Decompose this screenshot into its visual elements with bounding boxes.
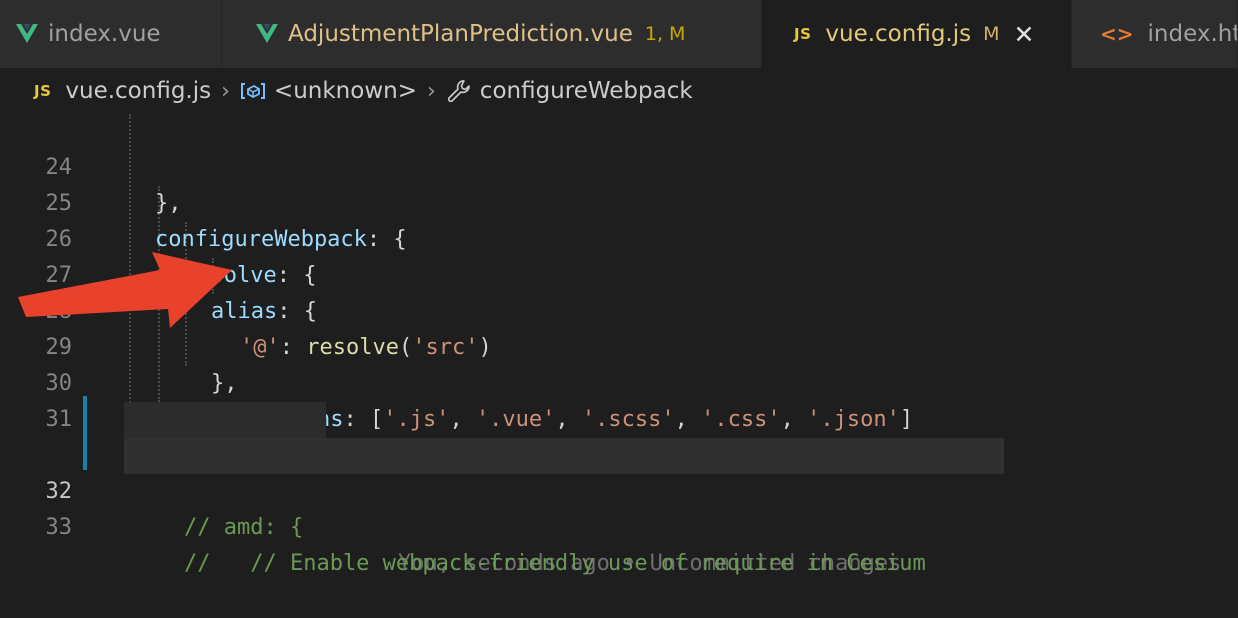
tab-status-badge: 1, M	[644, 23, 686, 45]
code-line: 25 configureWebpack: {	[0, 150, 1238, 252]
wrench-icon	[447, 80, 470, 103]
code-line: 24 },	[0, 114, 1238, 216]
code-line: 31 },	[0, 366, 1238, 468]
current-line-highlight	[124, 402, 326, 438]
tab-label: index.vue	[48, 21, 161, 47]
chevron-right-icon: ›	[221, 78, 230, 104]
breadcrumb-file[interactable]: vue.config.js	[65, 78, 211, 104]
line-number: 33	[45, 515, 73, 540]
tab-index-html[interactable]: <> index.htm	[1072, 0, 1238, 68]
breadcrumb-method[interactable]: configureWebpack	[480, 78, 693, 104]
code-line: 26 resolve: {	[0, 186, 1238, 288]
breadcrumb-symbol[interactable]: <unknown>	[274, 78, 417, 104]
tab-vue-config-js[interactable]: JS vue.config.js M ✕	[762, 0, 1072, 68]
js-icon: JS	[34, 82, 52, 100]
code-line: 30 extensions: ['.js', '.vue', '.scss', …	[0, 330, 1238, 432]
code-line: 29 },	[0, 294, 1238, 396]
selection-highlight	[124, 438, 1004, 474]
variable-symbol-icon	[240, 83, 265, 99]
tab-index-vue[interactable]: index.vue	[0, 0, 222, 68]
chevron-right-icon: ›	[426, 78, 436, 104]
close-icon[interactable]: ✕	[1014, 22, 1035, 47]
code-line: 33 // // Enable webpack-friendly use of …	[0, 438, 1238, 576]
tab-label: AdjustmentPlanPrediction.vue	[288, 21, 633, 47]
breadcrumb: JS vue.config.js › <unknown> › configure…	[0, 68, 1238, 114]
tab-status-badge: M	[983, 23, 1000, 45]
code-editor[interactable]: 24 }, 25 configureWebpack: { 26 resolve:…	[0, 114, 1238, 576]
code-comment: // // Enable webpack-friendly use of req…	[184, 551, 926, 576]
vue-icon	[16, 24, 38, 43]
tab-label: vue.config.js	[825, 21, 972, 47]
js-icon: JS	[794, 25, 812, 43]
vue-icon	[256, 24, 278, 43]
tab-label: index.htm	[1147, 21, 1237, 47]
code-comment: // amd: {	[184, 515, 304, 540]
editor-tab-bar: index.vue AdjustmentPlanPrediction.vue 1…	[0, 0, 1238, 68]
tab-adjustment-plan-prediction[interactable]: AdjustmentPlanPrediction.vue 1, M	[222, 0, 762, 68]
html-icon: <>	[1100, 22, 1134, 46]
code-line: 27 alias: {	[0, 222, 1238, 324]
code-line-current: 32 // amd: { You, seconds ago • Uncommit…	[0, 402, 1238, 576]
code-line: 28 '@': resolve('src')	[0, 258, 1238, 360]
